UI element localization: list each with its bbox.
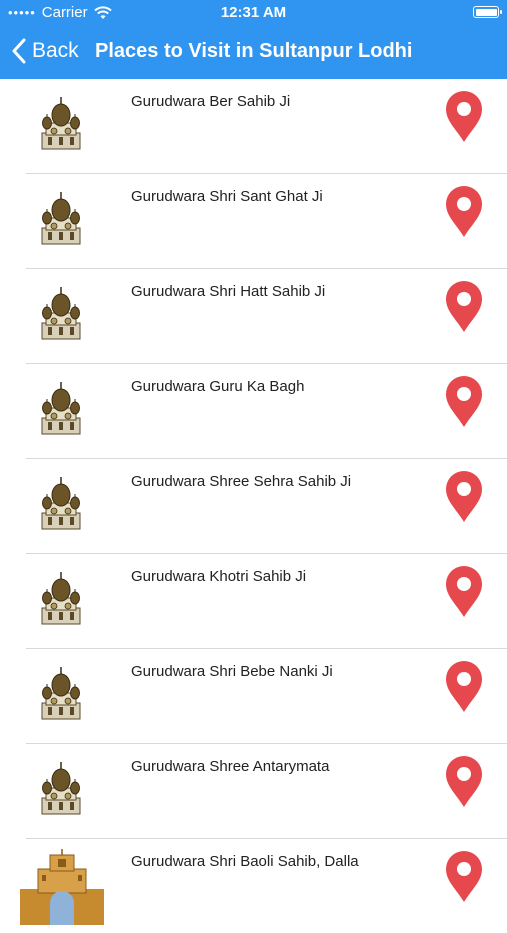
map-pin-icon[interactable] <box>444 661 484 713</box>
gurudwara-icon <box>38 663 84 721</box>
gurudwara-icon <box>38 568 84 626</box>
place-name: Gurudwara Shree Antarymata <box>131 758 330 775</box>
status-time: 12:31 AM <box>220 4 287 21</box>
status-bar: ••••• Carrier 12:31 AM <box>0 0 507 26</box>
place-name: Gurudwara Ber Sahib Ji <box>131 93 291 110</box>
gurudwara-icon <box>38 188 84 246</box>
places-list: Gurudwara Ber Sahib Ji Gurudwara Shri Sa… <box>0 79 507 933</box>
gurudwara-icon <box>38 93 84 151</box>
place-name: Gurudwara Shri Baoli Sahib, Dalla <box>131 853 359 870</box>
back-label: Back <box>32 39 79 62</box>
place-row[interactable]: Gurudwara Shri Hatt Sahib Ji <box>26 269 507 364</box>
place-name: Gurudwara Shree Sehra Sahib Ji <box>131 473 352 490</box>
map-pin-icon[interactable] <box>444 851 484 903</box>
place-row[interactable]: Gurudwara Shri Baoli Sahib, Dalla <box>20 839 507 933</box>
page-title: Places to Visit in Sultanpur Lodhi <box>95 40 413 62</box>
back-button[interactable]: Back <box>12 38 79 64</box>
gateway-icon <box>20 849 104 925</box>
battery-icon <box>473 6 502 18</box>
place-name: Gurudwara Khotri Sahib Ji <box>131 568 307 585</box>
place-row[interactable]: Gurudwara Shri Sant Ghat Ji <box>26 174 507 269</box>
gurudwara-icon <box>38 758 84 816</box>
battery-fill <box>475 8 497 16</box>
map-pin-icon[interactable] <box>444 566 484 618</box>
navigation-bar: Back Places to Visit in Sultanpur Lodhi <box>0 26 507 79</box>
place-row[interactable]: Gurudwara Khotri Sahib Ji <box>26 554 507 649</box>
map-pin-icon[interactable] <box>444 376 484 428</box>
place-name: Gurudwara Shri Sant Ghat Ji <box>131 188 323 205</box>
place-row[interactable]: Gurudwara Ber Sahib Ji <box>26 79 507 174</box>
gurudwara-icon <box>38 473 84 531</box>
map-pin-icon[interactable] <box>444 186 484 238</box>
gurudwara-icon <box>38 283 84 341</box>
chevron-left-icon <box>12 38 26 64</box>
place-row[interactable]: Gurudwara Guru Ka Bagh <box>26 364 507 459</box>
place-row[interactable]: Gurudwara Shree Antarymata <box>26 744 507 839</box>
map-pin-icon[interactable] <box>444 281 484 333</box>
place-row[interactable]: Gurudwara Shri Bebe Nanki Ji <box>26 649 507 744</box>
map-pin-icon[interactable] <box>444 91 484 143</box>
gurudwara-icon <box>38 378 84 436</box>
place-name: Gurudwara Guru Ka Bagh <box>131 378 305 395</box>
map-pin-icon[interactable] <box>444 756 484 808</box>
place-name: Gurudwara Shri Hatt Sahib Ji <box>131 283 326 300</box>
place-row[interactable]: Gurudwara Shree Sehra Sahib Ji <box>26 459 507 554</box>
map-pin-icon[interactable] <box>444 471 484 523</box>
place-name: Gurudwara Shri Bebe Nanki Ji <box>131 663 333 680</box>
